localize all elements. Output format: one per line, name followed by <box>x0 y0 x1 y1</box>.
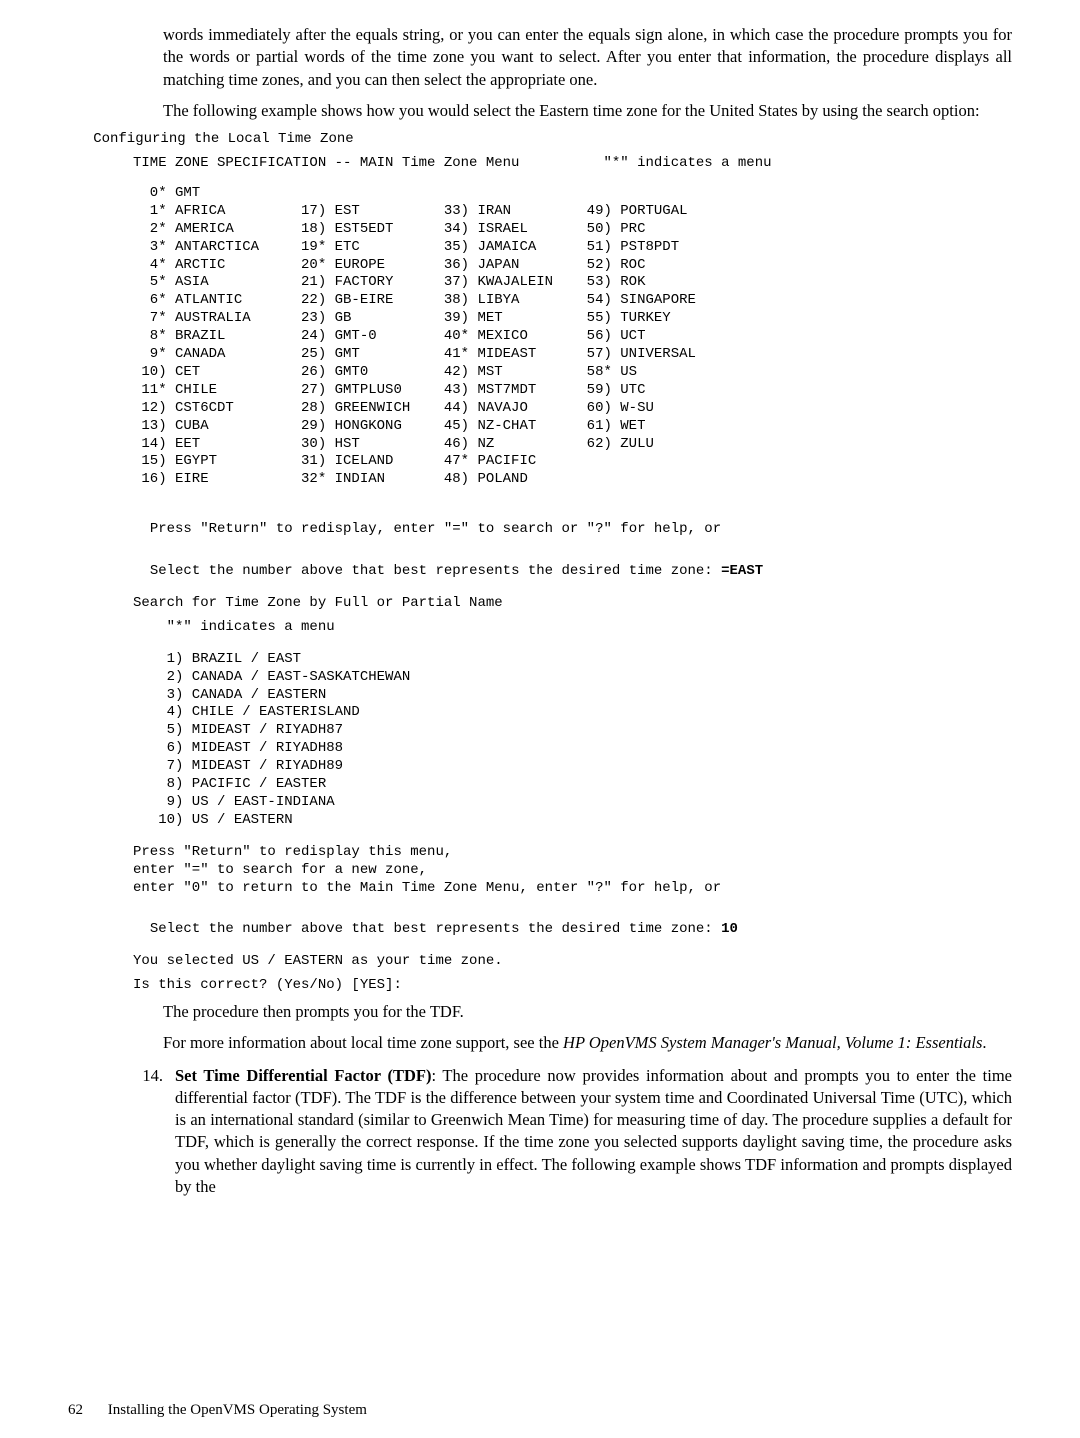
tz-table: 0* GMT 1* AFRICA 17) EST 33) IRAN 49) PO… <box>133 185 1012 489</box>
footer-title: Installing the OpenVMS Operating System <box>108 1402 367 1418</box>
star-note: "*" indicates a menu <box>133 619 1012 637</box>
confirm-2: Is this correct? (Yes/No) [YES]: <box>133 977 1012 995</box>
page-number: 62 <box>68 1400 104 1420</box>
user-input-10: 10 <box>721 921 738 937</box>
more-info: For more information about local time zo… <box>163 1032 1012 1054</box>
page-footer: 62 Installing the OpenVMS Operating Syst… <box>68 1400 367 1420</box>
intro-paragraph-2: The following example shows how you woul… <box>163 100 1012 122</box>
configure-line: Configuring the Local Time Zone <box>68 131 1012 149</box>
intro-paragraph-1: words immediately after the equals strin… <box>163 24 1012 91</box>
user-input-east: =EAST <box>721 563 763 579</box>
tz-header: TIME ZONE SPECIFICATION -- MAIN Time Zon… <box>133 155 1012 173</box>
press-block-2: Press "Return" to redisplay this menu, e… <box>133 844 1012 898</box>
confirm-1: You selected US / EASTERN as your time z… <box>133 953 1012 971</box>
press-block-2-last: Select the number above that best repres… <box>150 921 721 937</box>
step-number: 14. <box>133 1065 163 1087</box>
press-return-1b: Select the number above that best repres… <box>150 563 721 579</box>
search-list: 1) BRAZIL / EAST 2) CANADA / EAST-SASKAT… <box>133 651 1012 830</box>
search-header: Search for Time Zone by Full or Partial … <box>133 595 1012 613</box>
proc-tdf: The procedure then prompts you for the T… <box>163 1001 1012 1023</box>
step-14: Set Time Differential Factor (TDF): The … <box>175 1065 1012 1199</box>
press-return-1a: Press "Return" to redisplay, enter "=" t… <box>150 521 721 537</box>
